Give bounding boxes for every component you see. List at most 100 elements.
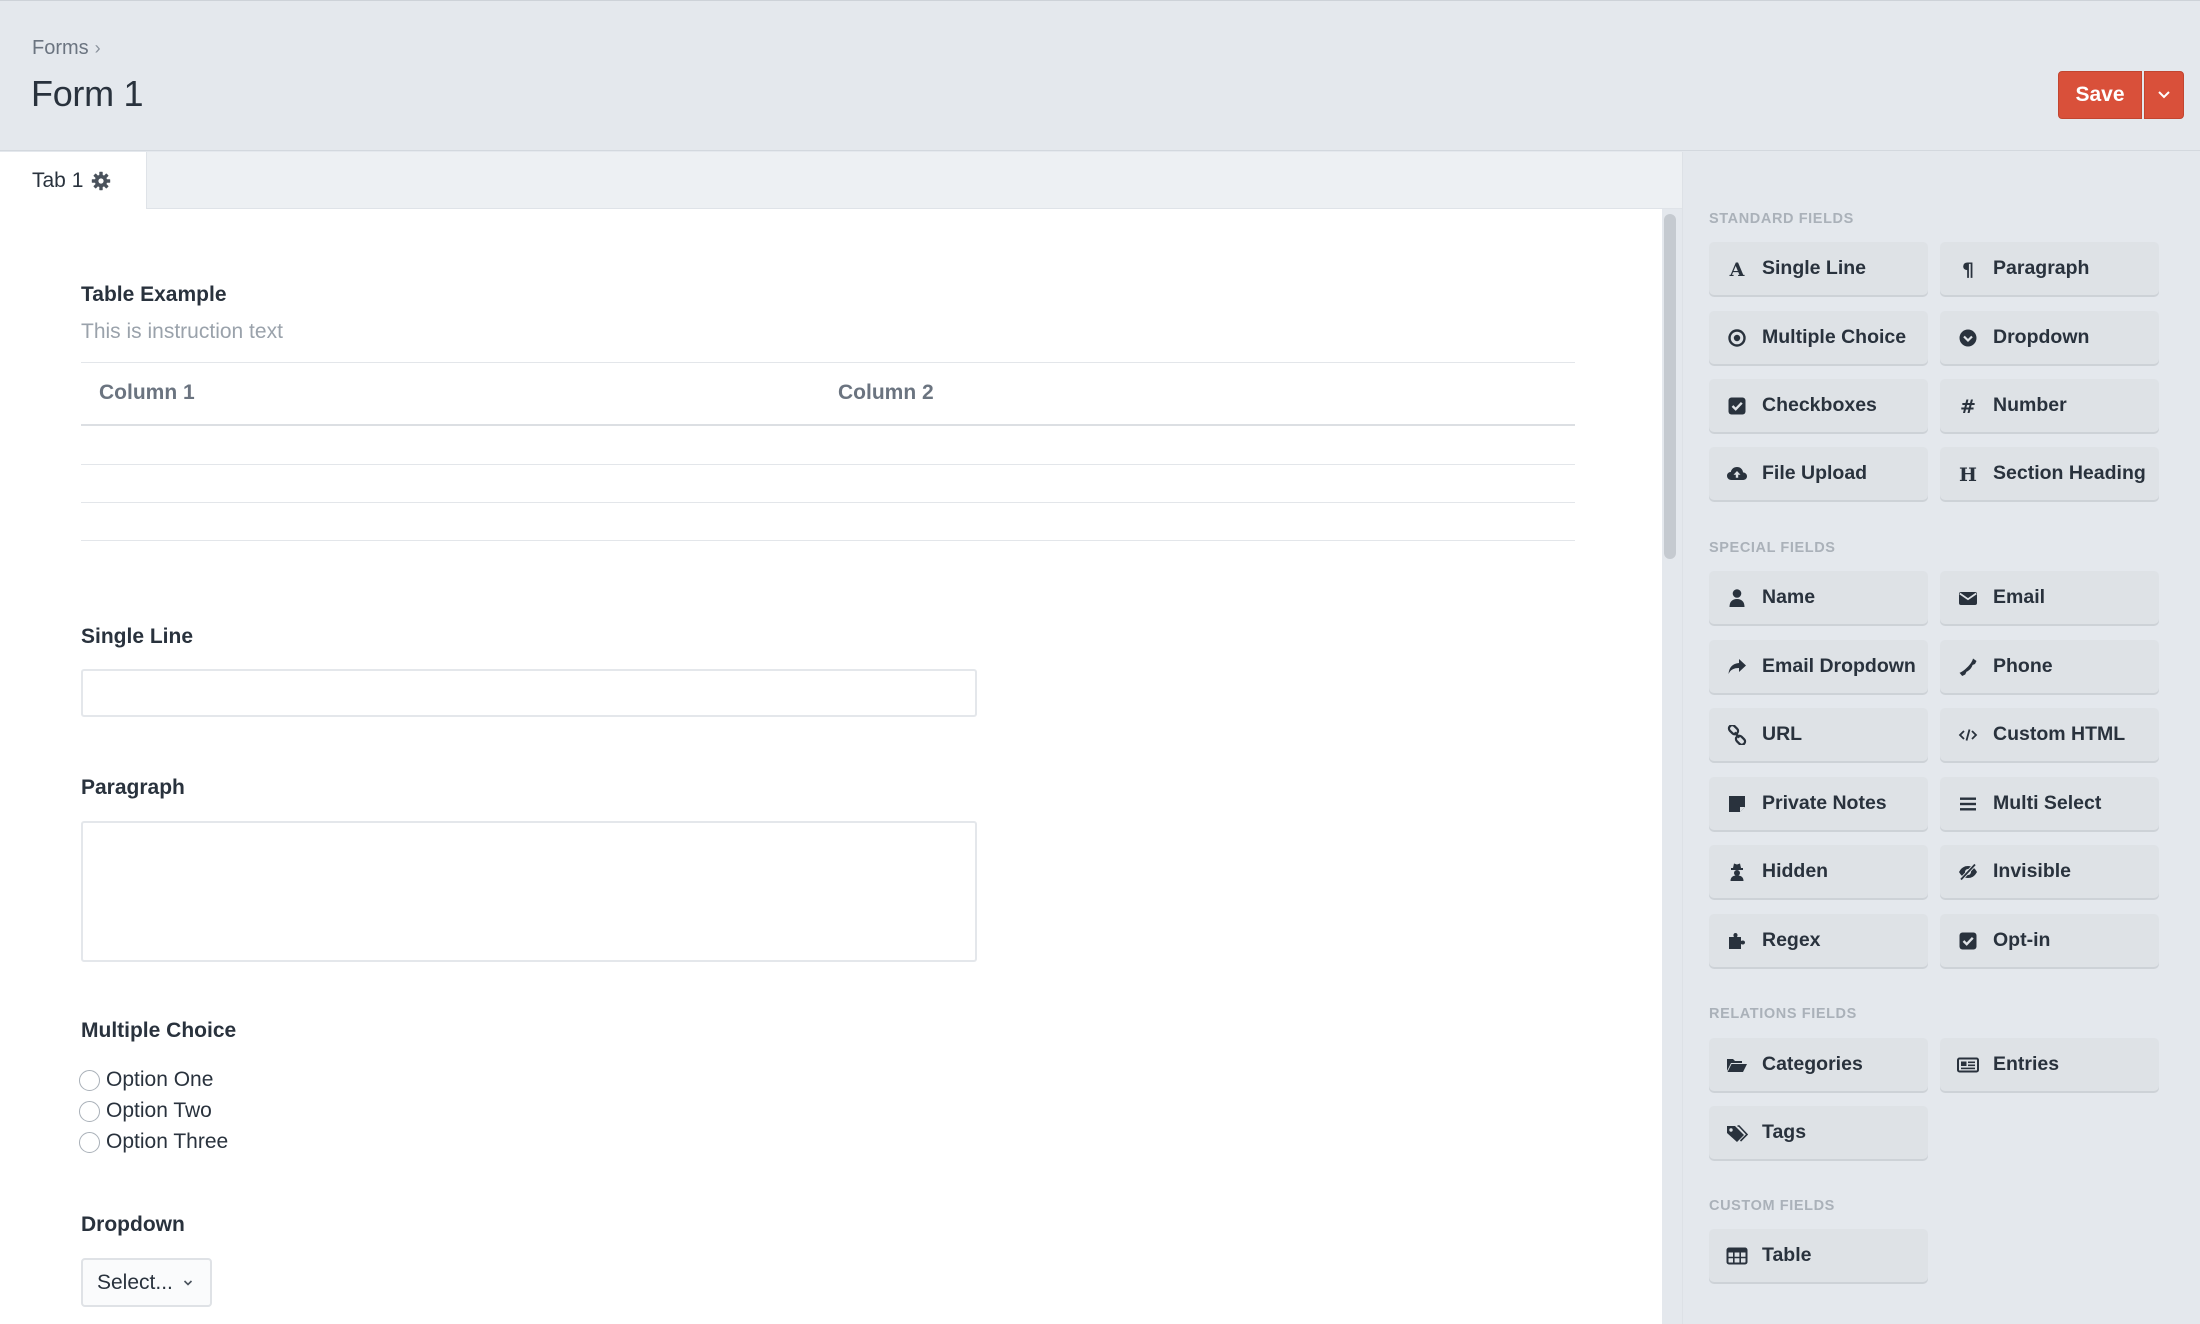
radio-option[interactable]: Option One	[79, 1068, 213, 1092]
special-fields-heading: SPECIAL FIELDS	[1709, 540, 1836, 556]
radio-button[interactable]	[79, 1069, 100, 1091]
radio-button[interactable]	[79, 1100, 100, 1122]
add-multi-select-button[interactable]: Multi Select	[1940, 777, 2159, 830]
tags-icon	[1726, 1122, 1748, 1144]
canvas-scrollbar[interactable]	[1664, 214, 1676, 559]
field-button-label: Custom HTML	[1993, 723, 2126, 745]
breadcrumb: Forms ›	[32, 37, 101, 60]
hash-icon: #	[1957, 395, 1979, 417]
add-opt-in-button[interactable]: Opt-in	[1940, 914, 2159, 967]
add-dropdown-button[interactable]: Dropdown	[1940, 311, 2159, 364]
svg-text:A: A	[1729, 259, 1745, 279]
field-button-label: File Upload	[1762, 462, 1868, 484]
add-regex-button[interactable]: Regex	[1709, 914, 1928, 967]
tab-label: Tab 1	[32, 169, 84, 192]
add-file-upload-button[interactable]: File Upload	[1709, 447, 1928, 500]
add-private-notes-button[interactable]: Private Notes	[1709, 777, 1928, 830]
add-paragraph-button[interactable]: ¶ Paragraph	[1940, 242, 2159, 295]
table-row[interactable]	[81, 464, 1575, 465]
single-line-label: Single Line	[81, 625, 194, 648]
radio-option[interactable]: Option Two	[79, 1099, 212, 1123]
dropdown-select[interactable]: Select...	[81, 1258, 212, 1307]
multiple-choice-label: Multiple Choice	[81, 1019, 237, 1042]
font-icon: A	[1726, 258, 1748, 280]
add-email-dropdown-button[interactable]: Email Dropdown	[1709, 640, 1928, 693]
field-button-label: Email Dropdown	[1762, 655, 1916, 677]
save-button-group: Save	[2058, 71, 2184, 119]
breadcrumb-forms-link[interactable]: Forms	[32, 37, 89, 60]
link-icon	[1726, 724, 1748, 746]
add-tags-button[interactable]: Tags	[1709, 1106, 1928, 1159]
add-custom-html-button[interactable]: Custom HTML	[1940, 708, 2159, 761]
table-field-instructions: This is instruction text	[81, 320, 283, 343]
eye-slash-icon	[1957, 861, 1979, 883]
sidebar-divider	[1682, 152, 1683, 1324]
add-email-button[interactable]: Email	[1940, 571, 2159, 624]
field-button-label: Checkboxes	[1762, 394, 1877, 416]
field-button-label: Regex	[1762, 929, 1821, 951]
add-url-button[interactable]: URL	[1709, 708, 1928, 761]
chevron-down-icon	[183, 1279, 192, 1286]
page-header: Forms › Form 1 Save	[0, 0, 2200, 151]
field-button-label: Name	[1762, 586, 1816, 608]
field-button-label: Section Heading	[1993, 462, 2146, 484]
gear-icon[interactable]	[91, 171, 111, 191]
field-button-label: Email	[1993, 586, 2046, 608]
table-row[interactable]	[81, 540, 1575, 541]
share-icon	[1726, 656, 1748, 678]
add-checkboxes-button[interactable]: Checkboxes	[1709, 379, 1928, 432]
add-single-line-button[interactable]: A Single Line	[1709, 242, 1928, 295]
add-number-button[interactable]: # Number	[1940, 379, 2159, 432]
standard-fields-heading: STANDARD FIELDS	[1709, 211, 1854, 227]
puzzle-icon	[1726, 930, 1748, 952]
dropdown-selected-value: Select...	[97, 1270, 173, 1294]
checkbox-icon	[1726, 395, 1748, 417]
table-top-border	[81, 362, 1575, 363]
radio-button[interactable]	[79, 1131, 100, 1153]
add-entries-button[interactable]: Entries	[1940, 1038, 2159, 1091]
dropdown-icon	[1957, 327, 1979, 349]
folder-open-icon	[1726, 1054, 1748, 1076]
heading-icon: H	[1957, 463, 1979, 485]
table-column-header: Column 2	[838, 381, 934, 404]
field-button-label: Invisible	[1993, 860, 2072, 882]
field-button-label: Dropdown	[1993, 326, 2090, 348]
svg-text:H: H	[1959, 464, 1977, 484]
field-button-label: Number	[1993, 394, 2067, 416]
add-phone-button[interactable]: Phone	[1940, 640, 2159, 693]
field-button-label: Paragraph	[1993, 257, 2090, 279]
paragraph-textarea[interactable]	[81, 821, 977, 962]
add-table-button[interactable]: Table	[1709, 1229, 1928, 1282]
field-button-label: Table	[1762, 1244, 1812, 1266]
table-header-border	[81, 424, 1575, 426]
add-multiple-choice-button[interactable]: Multiple Choice	[1709, 311, 1928, 364]
field-button-label: Hidden	[1762, 860, 1829, 882]
field-button-label: Categories	[1762, 1053, 1863, 1075]
chevron-down-icon	[2158, 91, 2170, 99]
add-hidden-button[interactable]: Hidden	[1709, 845, 1928, 898]
radio-option-label: Option Three	[106, 1130, 229, 1153]
svg-text:#: #	[1960, 396, 1976, 416]
radio-option-label: Option Two	[106, 1099, 212, 1122]
field-button-label: Opt-in	[1993, 929, 2051, 951]
single-line-input[interactable]	[81, 669, 977, 717]
table-row[interactable]	[81, 502, 1575, 503]
add-invisible-button[interactable]: Invisible	[1940, 845, 2159, 898]
field-button-label: Single Line	[1762, 257, 1867, 279]
field-button-label: URL	[1762, 723, 1803, 745]
newspaper-icon	[1957, 1054, 1979, 1076]
paragraph-icon: ¶	[1957, 258, 1979, 280]
radio-option[interactable]: Option Three	[79, 1130, 228, 1154]
field-button-label: Private Notes	[1762, 792, 1887, 814]
user-secret-icon	[1726, 861, 1748, 883]
field-button-label: Entries	[1993, 1053, 2060, 1075]
add-section-heading-button[interactable]: H Section Heading	[1940, 447, 2159, 500]
tab-1[interactable]: Tab 1	[0, 152, 147, 210]
save-options-button[interactable]	[2144, 71, 2184, 119]
save-button[interactable]: Save	[2058, 71, 2142, 119]
field-button-label: Tags	[1762, 1121, 1807, 1143]
page-title: Form 1	[31, 73, 144, 114]
note-icon	[1726, 793, 1748, 815]
add-name-button[interactable]: Name	[1709, 571, 1928, 624]
add-categories-button[interactable]: Categories	[1709, 1038, 1928, 1091]
